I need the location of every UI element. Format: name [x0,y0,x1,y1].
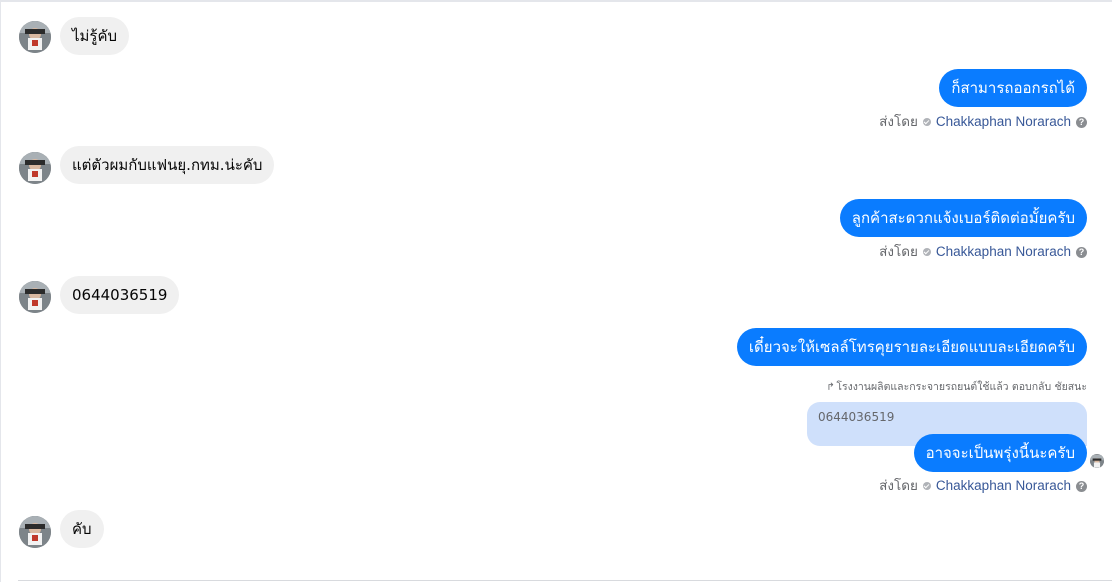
incoming-message-bubble[interactable]: ไม่รู้คับ [60,17,130,55]
outgoing-message-bubble[interactable]: ลูกค้าสะดวกแจ้งเบอร์ติดต่อมั้ยครับ [839,199,1087,237]
reply-note-text: โรงงานผลิตและกระจายรถยนต์ใช้แล้ว ตอบกลับ… [836,381,1087,393]
check-circle-icon [922,248,931,256]
question-circle-icon[interactable]: ? [1076,116,1087,128]
question-circle-icon[interactable]: ? [1076,246,1087,258]
sent-by-label: ส่งโดย [879,114,918,129]
avatar[interactable] [19,281,51,313]
avatar[interactable] [19,516,51,548]
sent-by-label: ส่งโดย [879,244,918,259]
avatar[interactable] [19,21,51,53]
question-circle-icon[interactable]: ? [1076,480,1087,492]
reply-arrow-icon: ↱ [826,381,835,393]
seen-avatar [1090,454,1104,468]
outgoing-message-bubble[interactable]: ก็สามารถออกรถได้ [939,69,1087,107]
outgoing-message-bubble[interactable]: เดี๋ยวจะให้เซลล์โทรคุยรายละเอียดแบบละเอี… [736,328,1087,366]
check-circle-icon [922,118,931,126]
outgoing-message-bubble[interactable]: อาจจะเป็นพรุ่งนี้นะครับ [913,434,1087,472]
left-border [0,0,1,582]
sent-by-label: ส่งโดย [879,478,918,493]
top-border [0,0,1112,2]
reply-context-note: ↱ โรงงานผลิตและกระจายรถยนต์ใช้แล้ว ตอบกล… [826,380,1087,394]
sent-by-line: ส่งโดย Chakkaphan Norarach ? [879,243,1087,261]
sender-name-link[interactable]: Chakkaphan Norarach [936,113,1071,131]
incoming-message-bubble[interactable]: แต่ตัวผมกับแฟนยุ.กทม.น่ะคับ [60,146,275,184]
sender-name-link[interactable]: Chakkaphan Norarach [936,243,1071,261]
avatar[interactable] [19,152,51,184]
incoming-message-bubble[interactable]: คับ [60,510,104,548]
quoted-message-text: 0644036519 [818,410,895,424]
sent-by-line: ส่งโดย Chakkaphan Norarach ? [879,477,1087,495]
sender-name-link[interactable]: Chakkaphan Norarach [936,477,1071,495]
sent-by-line: ส่งโดย Chakkaphan Norarach ? [879,113,1087,131]
check-circle-icon [922,482,931,490]
composer-divider [18,580,1112,581]
incoming-message-bubble[interactable]: 0644036519 [60,276,180,314]
